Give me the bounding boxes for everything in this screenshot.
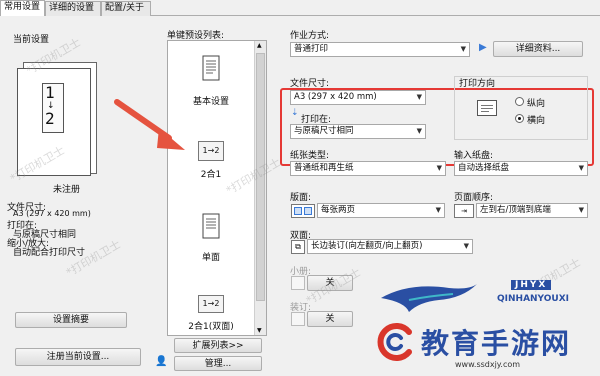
- settings-summary-button[interactable]: 设置摘要: [15, 312, 127, 328]
- chevron-down-icon: ▼: [578, 206, 584, 214]
- preset-label: 2合1: [200, 170, 222, 180]
- expand-list-button[interactable]: 扩展列表>>: [174, 338, 262, 353]
- booklet-icon: [291, 276, 305, 290]
- paper-source-select[interactable]: 自动选择纸盘 ▼: [454, 161, 588, 176]
- logo-mark: JHYX: [511, 280, 552, 290]
- settings-panel: 当前设置 1 ↓ 2 未注册 文件尺寸: A3 (297 x 420 mm) 打…: [3, 18, 597, 373]
- chevron-down-icon: ▼: [435, 206, 441, 214]
- job-value: 普通打印: [294, 44, 329, 54]
- booklet-button[interactable]: 关: [307, 275, 353, 291]
- landscape-label: 横向: [527, 116, 546, 126]
- logo-brand: QINHANYOUXI: [497, 294, 570, 304]
- chevron-down-icon: ▼: [460, 45, 466, 53]
- paper-type-value: 普通纸和再生纸: [294, 163, 354, 173]
- register-settings-button[interactable]: 注册当前设置...: [15, 348, 141, 366]
- single-page-icon: [202, 213, 220, 239]
- job-select[interactable]: 普通打印 ▼: [290, 42, 470, 57]
- page-order-icon: ⇥: [454, 204, 474, 218]
- page-order-select[interactable]: 左到右/顶端到底端 ▼: [476, 203, 588, 218]
- layout-value: 每张两页: [321, 205, 356, 215]
- layout-label: 版面:: [290, 193, 312, 203]
- two-in-one-icon: 1→2: [198, 141, 224, 161]
- preview-page-2: 2: [45, 109, 55, 128]
- job-label: 作业方式:: [290, 31, 330, 41]
- unregistered-label: 未注册: [53, 185, 81, 195]
- chevron-down-icon: ▼: [436, 164, 442, 172]
- chevron-down-icon: ▼: [416, 93, 422, 101]
- preset-scrollbar[interactable]: ▲ ▼: [254, 41, 266, 335]
- layout-select[interactable]: 每张两页 ▼: [317, 203, 445, 218]
- paper-source-label: 输入纸盘:: [454, 151, 494, 161]
- bird-logo-icon: [381, 284, 477, 312]
- print-on-arrow-icon: ⇣: [291, 108, 299, 118]
- preview-page-1: 1: [45, 83, 55, 102]
- tab-detailed[interactable]: 详细的设置: [45, 1, 101, 16]
- preset-label: 单面: [201, 253, 220, 263]
- page-order-value: 左到右/顶端到底端: [480, 205, 551, 215]
- preset-list[interactable]: 基本设置 1→2 2合1 单面 1→2 2合1(双面) ▲ ▼: [167, 40, 267, 336]
- chevron-down-icon: ▼: [416, 127, 422, 135]
- paper-size-label: 文件尺寸:: [290, 79, 330, 89]
- preset-item-2in1-duplex[interactable]: 1→2 2合1(双面): [168, 295, 254, 335]
- logo-url: www.ssdxjy.com: [455, 360, 521, 369]
- paper-type-label: 纸张类型:: [290, 151, 330, 161]
- duplex-book-icon: ⧉: [291, 240, 305, 254]
- duplex-value: 长边装订(向左翻页/向上翻页): [311, 241, 423, 251]
- landscape-radio[interactable]: [515, 114, 524, 123]
- details-button[interactable]: 详细资料...: [493, 41, 583, 57]
- staple-icon: [291, 312, 305, 326]
- staple-button[interactable]: 关: [307, 311, 353, 327]
- site-logo-overlay: JHYX QINHANYOUXI 教育手游网 www.ssdxjy.com: [375, 278, 595, 372]
- paper-size-select[interactable]: A3 (297 x 420 mm) ▼: [290, 90, 426, 105]
- preset-label: 2合1(双面): [188, 322, 234, 332]
- tab-general[interactable]: 常用设置: [0, 0, 45, 16]
- paper-type-select[interactable]: 普通纸和再生纸 ▼: [290, 161, 446, 176]
- play-arrow-icon: ▶: [479, 42, 487, 53]
- single-page-icon: [202, 55, 220, 81]
- orientation-label: 打印方向: [459, 79, 496, 89]
- duplex-select[interactable]: 长边装订(向左翻页/向上翻页) ▼: [307, 239, 473, 254]
- portrait-radio[interactable]: [515, 97, 524, 106]
- paper-size-value: A3 (297 x 420 mm): [294, 92, 377, 102]
- watermark-text: *打印机卫士: [64, 237, 123, 280]
- scroll-thumb[interactable]: [256, 53, 265, 301]
- landscape-page-icon: [477, 100, 497, 116]
- scroll-up-icon[interactable]: ▲: [257, 42, 262, 49]
- page-preview: 1 ↓ 2: [13, 58, 99, 176]
- manage-button[interactable]: 管理...: [174, 356, 262, 371]
- current-settings-title: 当前设置: [13, 35, 50, 45]
- print-on-value: 与原稿尺寸相同: [294, 126, 354, 136]
- annotation-arrow-icon: [114, 99, 185, 150]
- user-icon: 👤: [155, 356, 168, 367]
- chevron-down-icon: ▼: [463, 242, 469, 250]
- preset-item-simplex[interactable]: 单面: [168, 213, 254, 273]
- print-on-select[interactable]: 与原稿尺寸相同 ▼: [290, 124, 426, 139]
- tab-config-about[interactable]: 配置/关于: [101, 1, 151, 16]
- paper-source-value: 自动选择纸盘: [458, 163, 510, 173]
- logo-cn-title: 教育手游网: [421, 327, 572, 360]
- info-size-value: A3 (297 x 420 mm): [13, 209, 91, 218]
- scroll-down-icon[interactable]: ▼: [257, 327, 262, 334]
- tab-bar: 常用设置 详细的设置 配置/关于: [0, 0, 600, 16]
- page-order-label: 页面顺序:: [454, 193, 494, 203]
- chevron-down-icon: ▼: [578, 164, 584, 172]
- layout-2up-icon: [291, 204, 315, 218]
- two-in-one-duplex-icon: 1→2: [198, 295, 224, 313]
- info-scale-value: 自动配合打印尺寸: [13, 248, 86, 258]
- c-logo-icon: [377, 323, 412, 361]
- portrait-label: 纵向: [527, 99, 546, 109]
